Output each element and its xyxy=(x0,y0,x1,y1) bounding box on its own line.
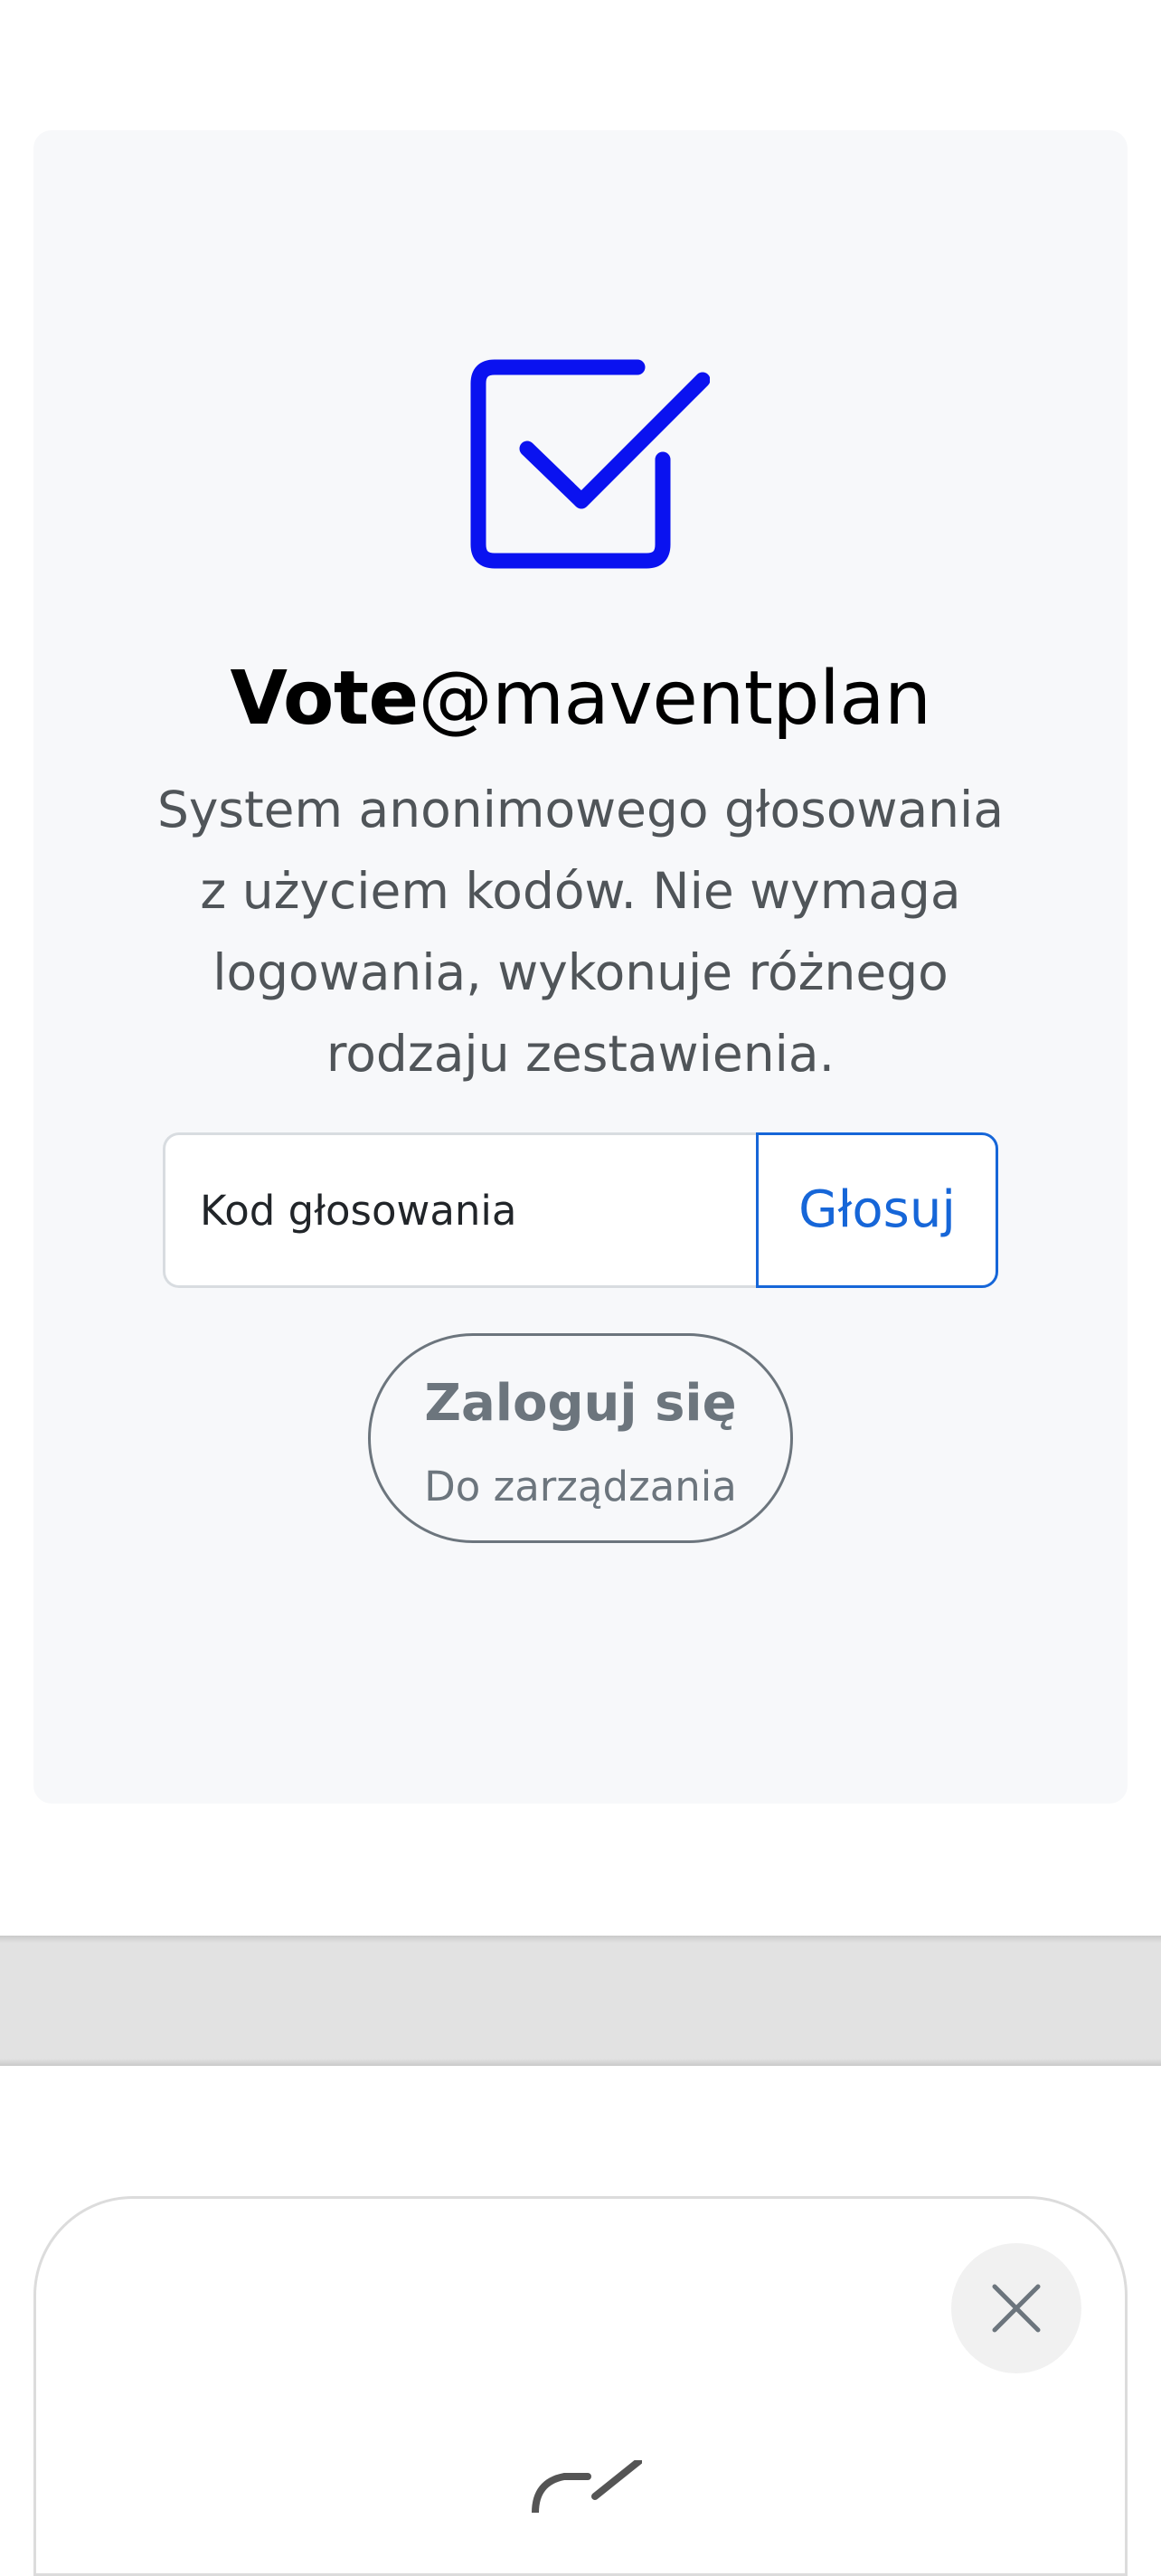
app-title-rest: @maventplan xyxy=(418,656,931,742)
app-title-bold: Vote xyxy=(230,656,420,742)
checkbox-checked-icon xyxy=(470,359,710,569)
app-description: System anonimowego głosowania z użyciem … xyxy=(156,781,1005,1083)
app-title: Vote@maventplan xyxy=(0,649,1161,749)
login-button[interactable]: Zaloguj się Do zarządzania xyxy=(368,1333,793,1543)
page-divider xyxy=(0,1936,1161,2066)
close-icon xyxy=(992,2284,1041,2333)
login-button-subtitle: Do zarządzania xyxy=(424,1463,737,1511)
modal-sheet xyxy=(33,2196,1128,2576)
login-button-title: Zaloguj się xyxy=(424,1374,737,1433)
vote-code-input[interactable] xyxy=(163,1132,756,1288)
modal-close-button[interactable] xyxy=(951,2243,1081,2373)
vote-code-form: Głosuj xyxy=(163,1132,998,1288)
vote-button[interactable]: Głosuj xyxy=(756,1132,998,1288)
modal-checkbox-icon xyxy=(532,2460,642,2513)
